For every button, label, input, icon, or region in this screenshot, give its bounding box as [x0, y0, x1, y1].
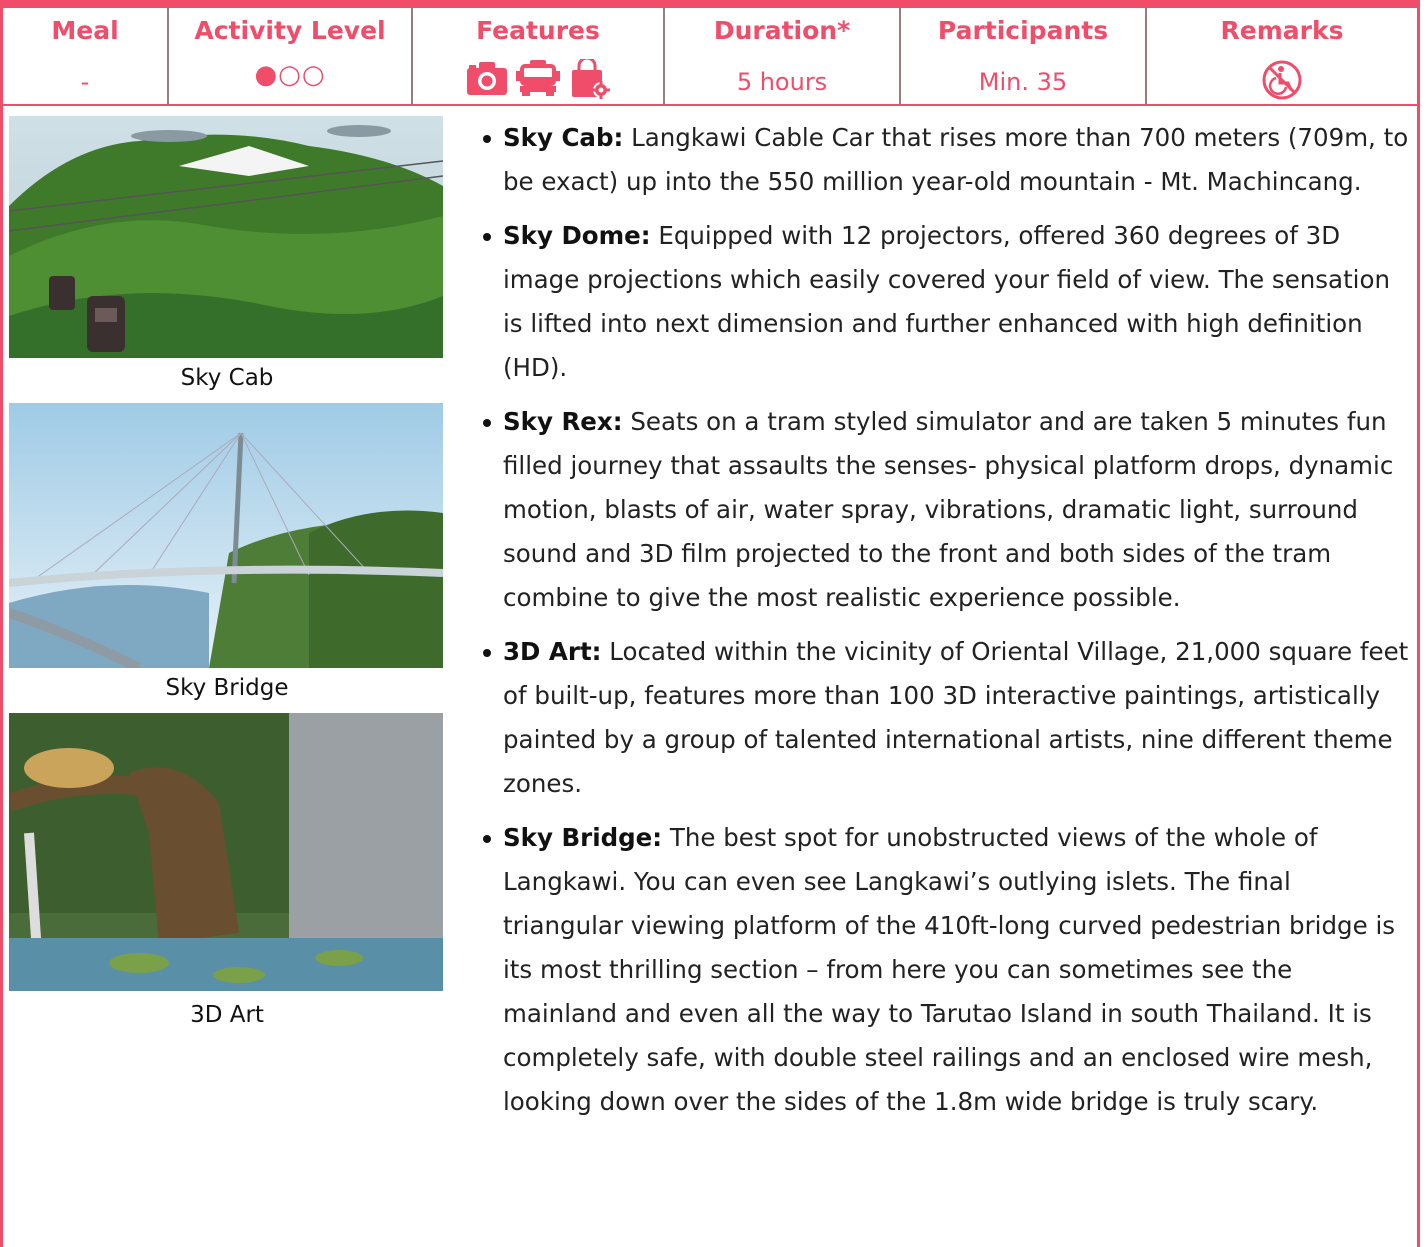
tour-detail-card: Meal - Activity Level ●○○ Features Durat… — [0, 0, 1420, 1247]
participants-label: Participants — [937, 16, 1109, 45]
list-item: 3D Art: Located within the vicinity of O… — [483, 630, 1413, 806]
attraction-list: Sky Cab: Langkawi Cable Car that rises m… — [483, 116, 1413, 1124]
item-text: The best spot for unobstructed views of … — [503, 823, 1396, 1116]
duration-value: 5 hours — [736, 68, 828, 96]
item-text: Seats on a tram styled simulator and are… — [503, 407, 1394, 612]
activity-level-value: ●○○ — [254, 60, 326, 90]
remarks-cell: Remarks — [1147, 8, 1417, 104]
list-item: Sky Rex: Seats on a tram styled simulato… — [483, 400, 1413, 620]
duration-label: Duration* — [713, 16, 851, 45]
list-item: Sky Dome: Equipped with 12 projectors, o… — [483, 214, 1413, 390]
item-term: 3D Art: — [503, 637, 602, 666]
3d-art-caption: 3D Art — [190, 1002, 264, 1028]
remarks-label: Remarks — [1220, 16, 1344, 45]
duration-cell: Duration* 5 hours — [665, 8, 901, 104]
sky-bridge-caption: Sky Bridge — [165, 675, 289, 701]
meal-label: Meal — [51, 16, 119, 45]
camera-icon — [467, 62, 507, 95]
no-wheelchair-icon — [1262, 60, 1302, 100]
features-label: Features — [476, 16, 600, 45]
item-text: Located within the vicinity of Oriental … — [503, 637, 1409, 798]
bus-icon — [516, 60, 560, 96]
description-column: Sky Cab: Langkawi Cable Car that rises m… — [483, 116, 1413, 1134]
meal-cell: Meal - — [3, 8, 169, 104]
sky-bridge-photo — [9, 403, 443, 668]
list-item: Sky Bridge: The best spot for unobstruct… — [483, 816, 1413, 1124]
list-item: Sky Cab: Langkawi Cable Car that rises m… — [483, 116, 1413, 204]
activity-level-cell: Activity Level ●○○ — [169, 8, 413, 104]
sky-cab-caption: Sky Cab — [180, 365, 274, 391]
item-text: Langkawi Cable Car that rises more than … — [503, 123, 1409, 196]
shopping-bag-icon — [572, 59, 610, 99]
sky-cab-photo — [9, 116, 443, 358]
item-term: Sky Cab: — [503, 123, 624, 152]
participants-cell: Participants Min. 35 — [901, 8, 1147, 104]
meal-value: - — [80, 68, 90, 96]
3d-art-photo — [9, 713, 443, 991]
activity-level-label: Activity Level — [194, 16, 386, 45]
info-header: Meal - Activity Level ●○○ Features Durat… — [3, 8, 1417, 106]
photo-column: Sky Cab Sky Bridge 3D Art — [9, 116, 445, 1036]
features-cell: Features — [413, 8, 665, 104]
participants-value: Min. 35 — [978, 68, 1068, 96]
item-term: Sky Dome: — [503, 221, 651, 250]
item-term: Sky Bridge: — [503, 823, 663, 852]
item-term: Sky Rex: — [503, 407, 623, 436]
